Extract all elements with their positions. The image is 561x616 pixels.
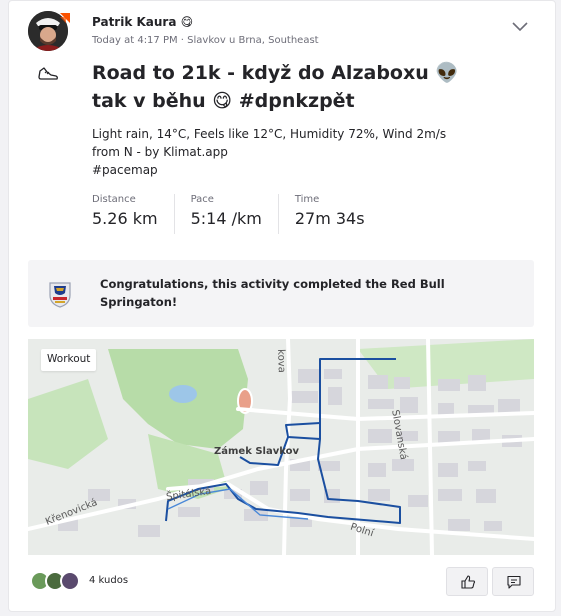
- running-shoe-icon: [38, 67, 58, 80]
- activity-title[interactable]: Road to 21k - když do Alzaboxu 👽 tak v b…: [92, 59, 492, 115]
- comment-button[interactable]: [492, 567, 534, 596]
- activity-card: Patrik Kaura 😋 Today at 4:17 PM · Slavko…: [8, 0, 556, 612]
- athlete-avatar-link[interactable]: [28, 11, 70, 53]
- map-label-castle: Zámek Slavkov: [214, 446, 299, 457]
- kudos-count[interactable]: 4 kudos: [89, 575, 128, 586]
- stat-time: Time 27m 34s: [295, 194, 381, 234]
- comment-icon: [507, 575, 521, 589]
- stat-value: 27m 34s: [294, 209, 365, 228]
- thumbs-up-icon: [461, 575, 476, 589]
- avatar[interactable]: [60, 571, 80, 591]
- description-source: from N - by Klimat.app: [92, 145, 228, 159]
- stat-label: Time: [294, 194, 320, 205]
- subscriber-badge-icon: [60, 13, 70, 23]
- activity-stats: Distance 5.26 km Pace 5:14 /km Time 27m …: [92, 194, 397, 234]
- map-label-street: kova: [275, 349, 287, 373]
- stat-label: Pace: [190, 194, 214, 205]
- challenge-banner[interactable]: Congratulations, this activity completed…: [28, 260, 534, 327]
- challenge-text: Congratulations, this activity completed…: [100, 277, 445, 309]
- chevron-down-icon[interactable]: [511, 19, 529, 33]
- activity-title-line[interactable]: Road to 21k - když do Alzaboxu 👽: [92, 59, 492, 87]
- description-weather: Light rain, 14°C, Feels like 12°C, Humid…: [92, 127, 447, 141]
- route-map[interactable]: Workout Zámek Slavkov kova Slovanská Špi…: [28, 339, 534, 555]
- activity-timestamp-location: Today at 4:17 PM · Slavkov u Brna, South…: [92, 35, 319, 46]
- activity-description: Light rain, 14°C, Feels like 12°C, Humid…: [92, 125, 472, 179]
- trophy-icon: [49, 282, 71, 308]
- stat-value: 5.26 km: [92, 209, 158, 228]
- activity-footer: 4 kudos: [28, 565, 534, 597]
- description-hashtag[interactable]: #pacemap: [92, 161, 472, 179]
- stat-distance: Distance 5.26 km: [92, 194, 175, 234]
- activity-title-line[interactable]: tak v běhu 😋 #dpnkzpět: [92, 87, 492, 115]
- stat-label: Distance: [92, 194, 136, 205]
- athlete-name[interactable]: Patrik Kaura 😋: [92, 15, 193, 29]
- kudos-avatars[interactable]: [30, 571, 86, 591]
- stat-pace: Pace 5:14 /km: [191, 194, 279, 234]
- give-kudos-button[interactable]: [446, 567, 488, 596]
- map-workout-tag: Workout: [41, 349, 97, 371]
- stat-value: 5:14 /km: [190, 209, 262, 228]
